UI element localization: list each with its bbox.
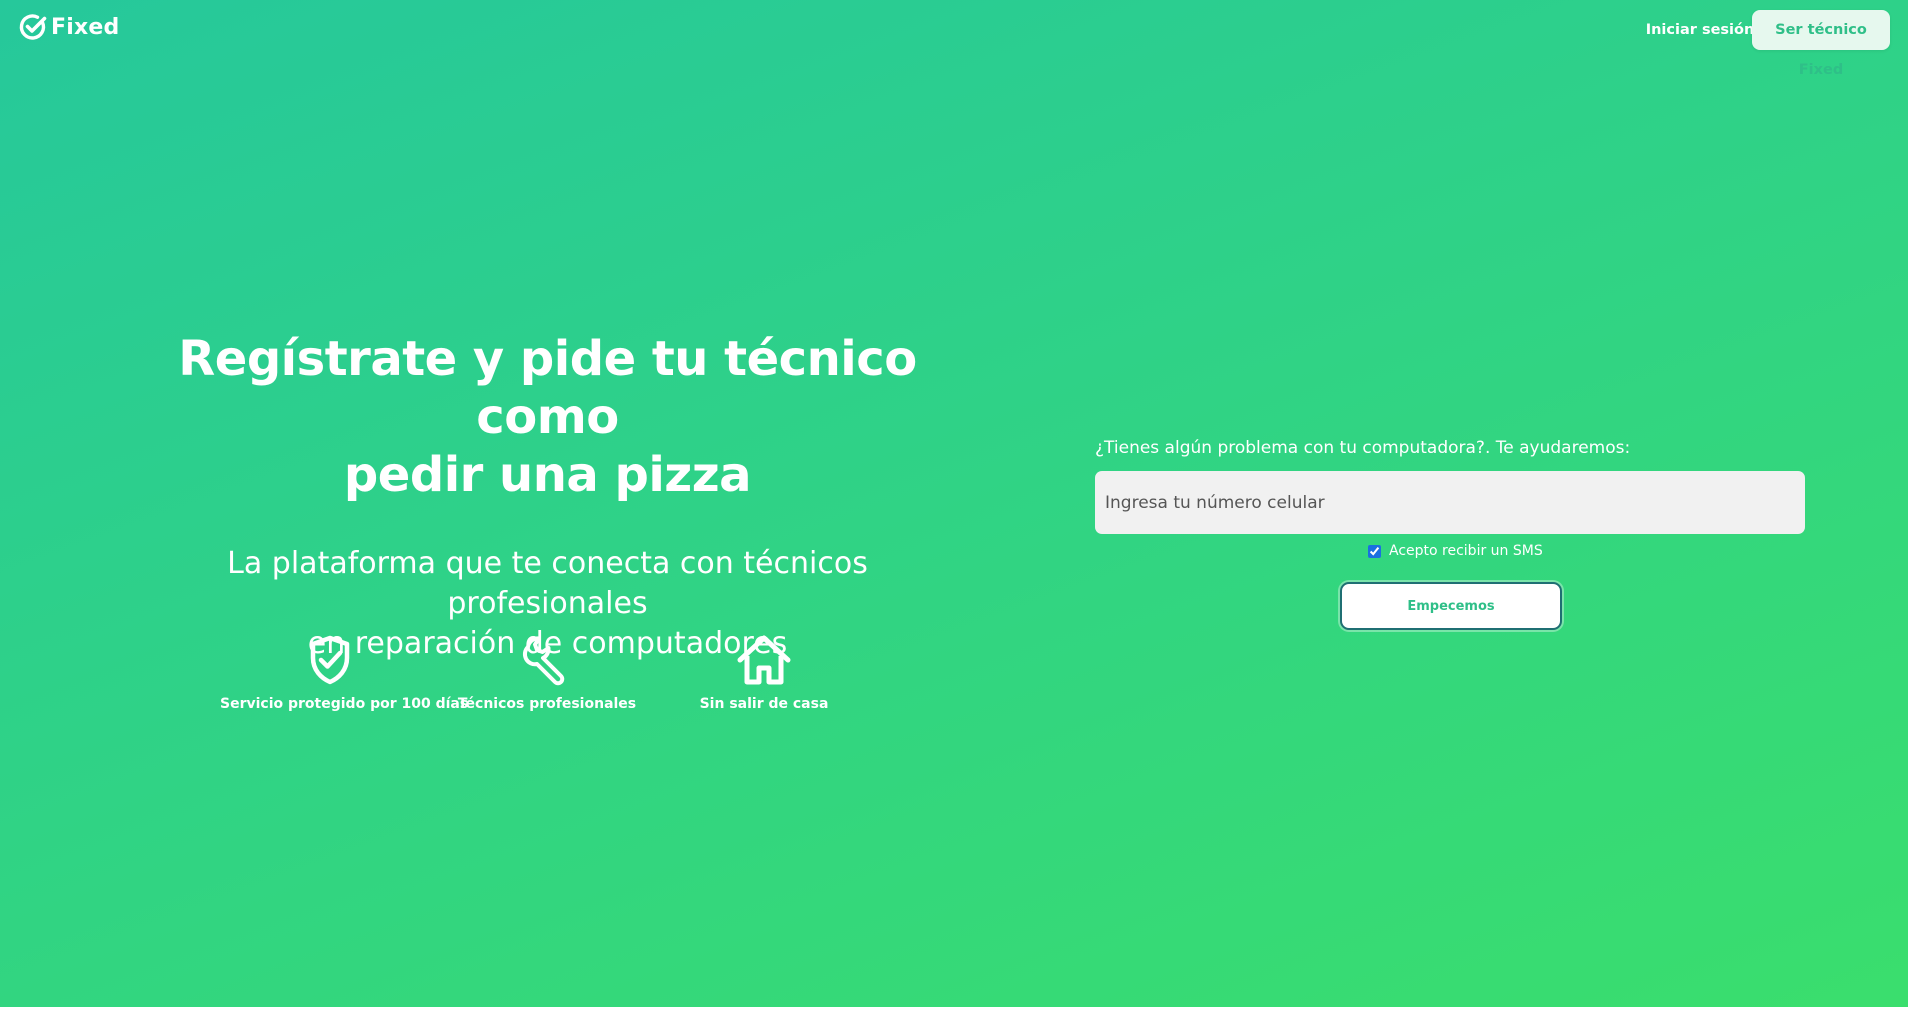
phone-number-input[interactable] — [1095, 471, 1805, 534]
feature-item-from-home: Sin salir de casa — [654, 634, 874, 712]
hero-section: Fixed Iniciar sesión Ser técnico Fixed R… — [0, 0, 1908, 1007]
login-link[interactable]: Iniciar sesión — [1630, 18, 1770, 42]
check-circle-icon — [19, 14, 47, 40]
sms-consent-label: Acepto recibir un SMS — [1389, 543, 1543, 559]
headline-line-1: Regístrate y pide tu técnico como — [178, 331, 917, 445]
feature-item-professional-technicians: Técnicos profesionales — [437, 634, 657, 712]
sms-consent-checkbox[interactable] — [1368, 544, 1381, 558]
subheadline-line-1: La plataforma que te conecta con técnico… — [227, 546, 868, 621]
feature-item-protected-service: Servicio protegido por 100 días — [220, 634, 469, 712]
feature-label: Técnicos profesionales — [457, 696, 637, 712]
shield-check-icon — [310, 635, 350, 685]
start-button[interactable]: Empecemos — [1340, 582, 1562, 630]
brand-name: Fixed — [51, 14, 120, 40]
feature-label: Sin salir de casa — [699, 696, 829, 712]
become-technician-button[interactable]: Ser técnico Fixed — [1752, 10, 1890, 78]
wrench-icon — [522, 636, 565, 686]
headline-line-2: pedir una pizza — [343, 447, 752, 503]
page-title: Regístrate y pide tu técnico como pedir … — [140, 330, 955, 504]
feature-label: Servicio protegido por 100 días — [220, 696, 469, 712]
brand-logo[interactable]: Fixed — [18, 12, 119, 42]
features-list: Servicio protegido por 100 días Técnicos… — [220, 634, 880, 724]
form-prompt: ¿Tienes algún problema con tu computador… — [1095, 438, 1631, 458]
hero-copy: Regístrate y pide tu técnico como pedir … — [140, 330, 955, 664]
house-icon — [737, 635, 791, 685]
sms-consent[interactable]: Acepto recibir un SMS — [1368, 543, 1543, 559]
